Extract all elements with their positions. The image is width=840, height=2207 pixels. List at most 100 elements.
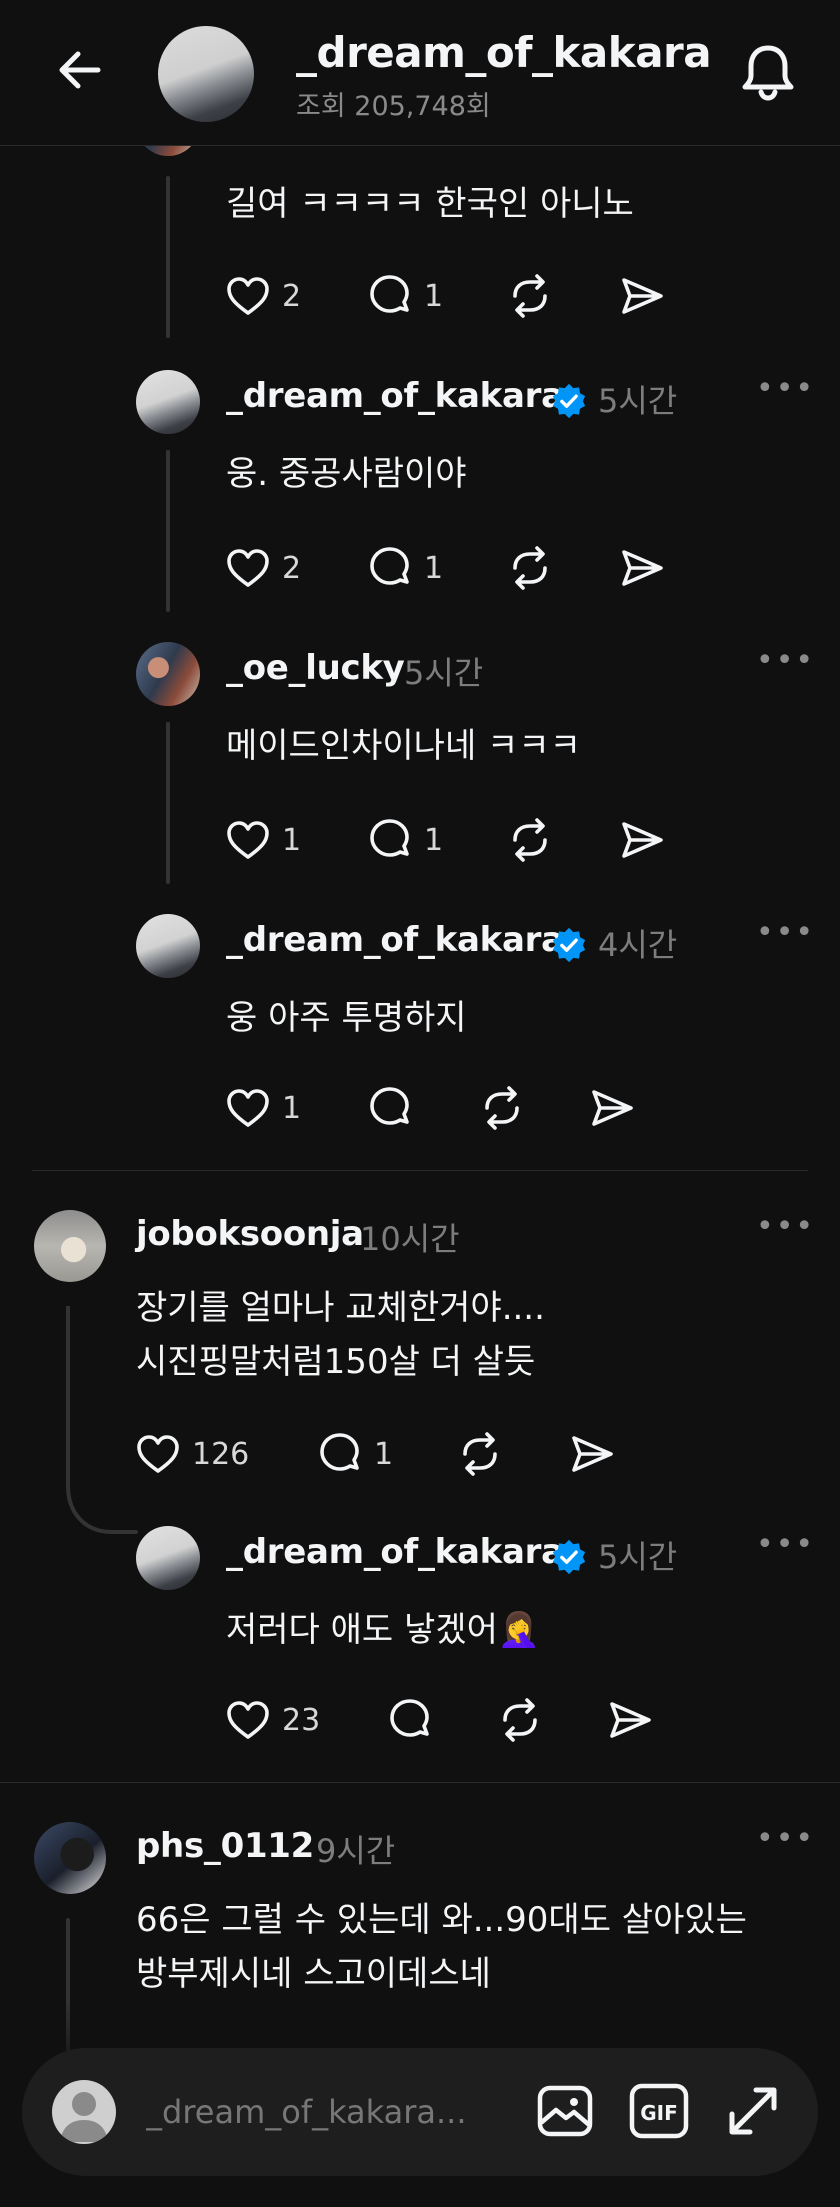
gif-button[interactable]: GIF	[626, 2078, 692, 2144]
avatar[interactable]	[136, 642, 200, 706]
avatar[interactable]	[34, 1210, 106, 1282]
reply-count: 1	[424, 550, 444, 586]
timestamp: 5시간	[598, 382, 678, 420]
notification-button[interactable]	[736, 40, 800, 104]
timestamp: 5시간	[404, 654, 484, 692]
reply-button[interactable]	[366, 1080, 414, 1136]
repost-button[interactable]	[506, 812, 554, 868]
gif-icon: GIF	[629, 2083, 689, 2139]
username[interactable]: _oe_lucky	[226, 648, 405, 688]
like-button[interactable]: 2	[224, 540, 301, 596]
more-options-button[interactable]: •••	[756, 1530, 813, 1560]
heart-icon	[227, 1089, 269, 1127]
reply-composer: GIF	[22, 2048, 818, 2176]
comment-text: 길여 ㅋㅋㅋㅋ 한국인 아니노	[226, 184, 634, 224]
share-button[interactable]	[618, 540, 666, 596]
share-button[interactable]	[588, 1080, 636, 1136]
thread-line	[166, 450, 170, 612]
repost-icon	[503, 1698, 537, 1742]
reply-button[interactable]: 1	[366, 540, 443, 596]
avatar[interactable]	[136, 146, 200, 156]
reply-button[interactable]	[386, 1692, 434, 1748]
comment-text: 메이드인차이나네 ㅋㅋㅋ	[226, 726, 581, 766]
repost-button[interactable]	[456, 1426, 504, 1482]
like-button[interactable]: 2	[224, 268, 301, 324]
comment-bubble-icon	[370, 1087, 409, 1125]
comment-text-line-2: 방부제시네 스고이데스네	[136, 1954, 491, 1994]
verified-badge-icon	[552, 1539, 586, 1575]
repost-button[interactable]	[506, 268, 554, 324]
send-icon	[592, 1090, 633, 1126]
send-icon	[622, 822, 663, 858]
repost-icon	[485, 1086, 519, 1130]
share-button[interactable]	[618, 268, 666, 324]
comment-text-line-2: 시진핑말처럼150살 더 살듯	[136, 1342, 536, 1382]
verified-badge-icon	[552, 927, 586, 963]
reply-button[interactable]: 1	[366, 268, 443, 324]
share-button[interactable]	[606, 1692, 654, 1748]
back-button[interactable]	[52, 42, 108, 98]
profile-avatar[interactable]	[158, 26, 254, 122]
repost-button[interactable]	[478, 1080, 526, 1136]
image-icon	[537, 2085, 593, 2137]
reply-button[interactable]: 1	[316, 1426, 393, 1482]
expand-icon	[729, 2087, 777, 2135]
comment-text-line-1: 66은 그럴 수 있는데 와...90대도 살아있는	[136, 1900, 747, 1940]
comment-bubble-icon	[370, 547, 409, 585]
reply-count: 1	[374, 1436, 394, 1472]
like-button[interactable]: 1	[224, 812, 301, 868]
username[interactable]: _dream_of_kakara	[226, 1532, 564, 1572]
thread-line	[166, 722, 170, 884]
heart-icon	[227, 277, 269, 315]
more-options-button[interactable]: •••	[756, 374, 813, 404]
expand-button[interactable]	[720, 2078, 786, 2144]
page-title[interactable]: _dream_of_kakara	[296, 28, 712, 77]
repost-icon	[513, 546, 547, 590]
like-button[interactable]: 126	[134, 1426, 249, 1482]
verified-badge-icon	[552, 383, 586, 419]
svg-text:GIF: GIF	[640, 2101, 678, 2125]
reply-count: 1	[424, 278, 444, 314]
comment-text-line-1: 장기를 얼마나 교체한거야....	[136, 1288, 545, 1328]
user-avatar[interactable]	[52, 2080, 116, 2144]
divider	[32, 1170, 808, 1171]
share-button[interactable]	[618, 812, 666, 868]
timestamp: 4시간	[598, 926, 678, 964]
repost-button[interactable]	[506, 540, 554, 596]
bell-icon	[742, 45, 794, 101]
repost-button[interactable]	[496, 1692, 544, 1748]
arrow-left-icon	[59, 51, 101, 89]
avatar[interactable]	[136, 370, 200, 434]
comment-text: 저러다 애도 낳겠어🤦‍♀️	[226, 1610, 541, 1650]
view-count: 조회 205,748회	[296, 91, 491, 122]
username[interactable]: phs_0112	[136, 1826, 314, 1866]
more-options-button[interactable]: •••	[756, 918, 813, 948]
like-count: 2	[282, 278, 302, 314]
more-options-button[interactable]: •••	[756, 1212, 813, 1242]
heart-icon	[227, 1701, 269, 1739]
like-button[interactable]: 1	[224, 1080, 301, 1136]
comment-bubble-icon	[370, 819, 409, 857]
more-options-button[interactable]: •••	[756, 1824, 813, 1854]
user-silhouette-icon	[60, 2092, 108, 2142]
username[interactable]: _dream_of_kakara	[226, 920, 564, 960]
heart-icon	[227, 821, 269, 859]
reply-button[interactable]: 1	[366, 812, 443, 868]
timestamp: 9시간	[316, 1832, 396, 1870]
avatar[interactable]	[136, 1526, 200, 1590]
username[interactable]: joboksoonja	[136, 1214, 364, 1254]
send-icon	[610, 1702, 651, 1738]
comment-bubble-icon	[320, 1433, 359, 1471]
more-options-button[interactable]: •••	[756, 646, 813, 676]
like-count: 126	[192, 1436, 250, 1472]
reply-input[interactable]	[146, 2088, 526, 2136]
avatar[interactable]	[34, 1822, 106, 1894]
share-button[interactable]	[568, 1426, 616, 1482]
like-button[interactable]: 23	[224, 1692, 320, 1748]
username[interactable]: _dream_of_kakara	[226, 376, 564, 416]
send-icon	[572, 1436, 613, 1472]
image-button[interactable]	[532, 2078, 598, 2144]
like-count: 2	[282, 550, 302, 586]
heart-icon	[227, 549, 269, 587]
avatar[interactable]	[136, 914, 200, 978]
